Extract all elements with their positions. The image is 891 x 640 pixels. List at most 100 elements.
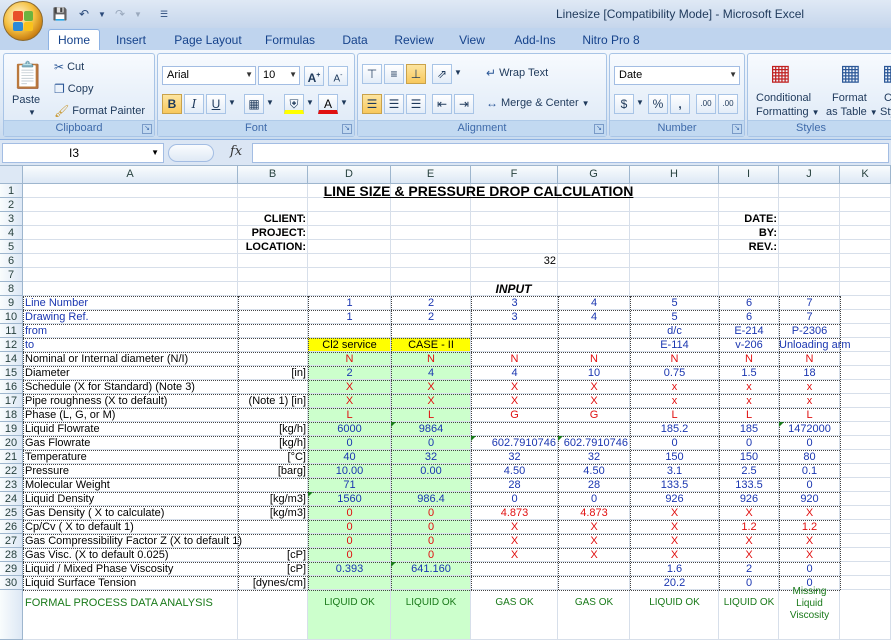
cell-f6[interactable]: 32 — [471, 254, 558, 268]
data-cell[interactable]: X — [719, 506, 779, 520]
data-cell[interactable]: 7 — [779, 310, 840, 324]
data-cell[interactable]: L — [391, 408, 471, 422]
data-cell[interactable]: 4.873 — [471, 506, 558, 520]
data-cell[interactable]: 0 — [391, 436, 471, 450]
row-header[interactable]: 17 — [0, 394, 23, 408]
decrease-decimal-button[interactable]: .00 — [718, 94, 738, 114]
row-header[interactable]: 8 — [0, 282, 23, 296]
data-cell[interactable]: 2.5 — [719, 464, 779, 478]
data-cell[interactable]: 32 — [471, 450, 558, 464]
row-label[interactable]: Nominal or Internal diameter (N/I) — [23, 352, 238, 366]
cut-button[interactable]: ✂ Cut — [54, 60, 84, 74]
column-header[interactable]: A — [23, 166, 238, 184]
row-header[interactable]: 24 — [0, 492, 23, 506]
column-header[interactable]: G — [558, 166, 630, 184]
save-icon[interactable]: 💾 — [50, 5, 70, 23]
number-format-select[interactable]: Date ▼ — [614, 66, 740, 85]
data-cell[interactable]: 602.7910746 — [471, 436, 558, 450]
data-cell[interactable]: N — [719, 352, 779, 366]
rev-label[interactable]: REV.: — [630, 240, 779, 254]
data-cell[interactable]: LIQUID OK — [719, 596, 779, 610]
alignment-launcher-icon[interactable]: ↘ — [594, 124, 604, 134]
undo-icon[interactable]: ↶ — [74, 5, 94, 23]
data-cell[interactable]: 4 — [558, 310, 630, 324]
data-cell[interactable]: N — [779, 352, 840, 366]
data-cell[interactable]: LIQUID OK — [391, 596, 471, 610]
data-cell[interactable]: LIQUID OK — [308, 596, 391, 610]
data-cell[interactable]: L — [779, 408, 840, 422]
data-cell[interactable]: X — [558, 394, 630, 408]
data-cell[interactable]: 71 — [308, 478, 391, 492]
data-cell[interactable]: 1.5 — [719, 366, 779, 380]
data-cell[interactable]: G — [558, 408, 630, 422]
insert-function-icon[interactable]: fx — [230, 144, 242, 159]
data-cell[interactable]: N — [558, 352, 630, 366]
borders-dropdown-icon[interactable]: ▼ — [266, 98, 274, 107]
row-label[interactable]: Temperature — [23, 450, 238, 464]
currency-dropdown-icon[interactable]: ▼ — [636, 98, 644, 107]
align-bottom-icon[interactable]: ⊥ — [406, 64, 426, 84]
data-cell[interactable]: 926 — [719, 492, 779, 506]
conditional-formatting-label-2[interactable]: Formatting ▼ — [756, 106, 820, 118]
data-cell[interactable]: X — [471, 394, 558, 408]
data-cell[interactable]: 28 — [471, 478, 558, 492]
data-cell[interactable]: X — [779, 534, 840, 548]
undo-dropdown-icon[interactable]: ▼ — [98, 5, 106, 23]
column-header[interactable]: H — [630, 166, 719, 184]
data-cell[interactable]: 133.5 — [719, 478, 779, 492]
data-cell[interactable]: 6 — [719, 310, 779, 324]
data-cell[interactable]: x — [630, 394, 719, 408]
row-header[interactable]: 15 — [0, 366, 23, 380]
unit-label[interactable]: [cP] — [238, 548, 308, 562]
row-label[interactable]: Diameter — [23, 366, 238, 380]
font-color-icon[interactable]: A — [318, 94, 338, 114]
merge-center-button[interactable]: ↔ Merge & Center ▼ — [486, 96, 590, 110]
row-header[interactable]: 26 — [0, 520, 23, 534]
tab-insert[interactable]: Insert — [108, 31, 154, 50]
data-cell[interactable]: X — [719, 548, 779, 562]
align-center-icon[interactable]: ☰ — [384, 94, 404, 114]
data-cell[interactable]: v-206 — [719, 338, 779, 352]
currency-button[interactable]: $ — [614, 94, 634, 114]
align-middle-icon[interactable]: ≡ — [384, 64, 404, 84]
data-cell[interactable]: 150 — [719, 450, 779, 464]
row-header[interactable]: 21 — [0, 450, 23, 464]
row-label[interactable]: Liquid / Mixed Phase Viscosity — [23, 562, 238, 576]
data-cell[interactable]: 0 — [391, 506, 471, 520]
redo-icon[interactable]: ↷ — [110, 5, 130, 23]
data-cell[interactable]: X — [471, 534, 558, 548]
data-cell[interactable]: 641.160 — [391, 562, 471, 576]
data-cell[interactable]: 0 — [308, 534, 391, 548]
data-cell[interactable]: 5 — [630, 296, 719, 310]
data-cell[interactable]: 1472000 — [779, 422, 840, 436]
data-cell[interactable]: 28 — [558, 478, 630, 492]
data-cell[interactable]: 0 — [719, 576, 779, 590]
data-cell[interactable]: 1.2 — [779, 520, 840, 534]
tab-add-ins[interactable]: Add-Ins — [506, 31, 564, 50]
data-cell[interactable]: 2 — [308, 366, 391, 380]
row-label[interactable]: Gas Density ( X to calculate) — [23, 506, 238, 520]
data-cell[interactable]: 0.00 — [391, 464, 471, 478]
data-cell[interactable]: Cl2 service — [308, 338, 391, 352]
data-cell[interactable]: 1560 — [308, 492, 391, 506]
underline-dropdown-icon[interactable]: ▼ — [228, 98, 236, 107]
row-label[interactable]: Gas Flowrate — [23, 436, 238, 450]
unit-label[interactable]: (Note 1) [in] — [238, 394, 308, 408]
decrease-indent-icon[interactable]: ⇤ — [432, 94, 452, 114]
cell-styles-icon[interactable]: ▦ — [882, 60, 891, 86]
data-cell[interactable]: x — [630, 380, 719, 394]
data-cell[interactable]: GAS OK — [471, 596, 558, 610]
paste-dropdown-icon[interactable]: ▼ — [28, 108, 36, 117]
data-cell[interactable]: X — [391, 380, 471, 394]
unit-label[interactable]: [kg/h] — [238, 436, 308, 450]
input-heading[interactable]: INPUT — [308, 282, 719, 296]
underline-button[interactable]: U — [206, 94, 226, 114]
data-cell[interactable]: N — [391, 352, 471, 366]
data-cell[interactable]: 0 — [308, 520, 391, 534]
data-cell[interactable]: X — [471, 548, 558, 562]
format-painter-button[interactable]: 🖌 Format Painter — [54, 104, 145, 118]
data-cell[interactable]: 4.50 — [558, 464, 630, 478]
percent-button[interactable]: % — [648, 94, 668, 114]
data-cell[interactable]: 0.393 — [308, 562, 391, 576]
row-header[interactable]: 23 — [0, 478, 23, 492]
